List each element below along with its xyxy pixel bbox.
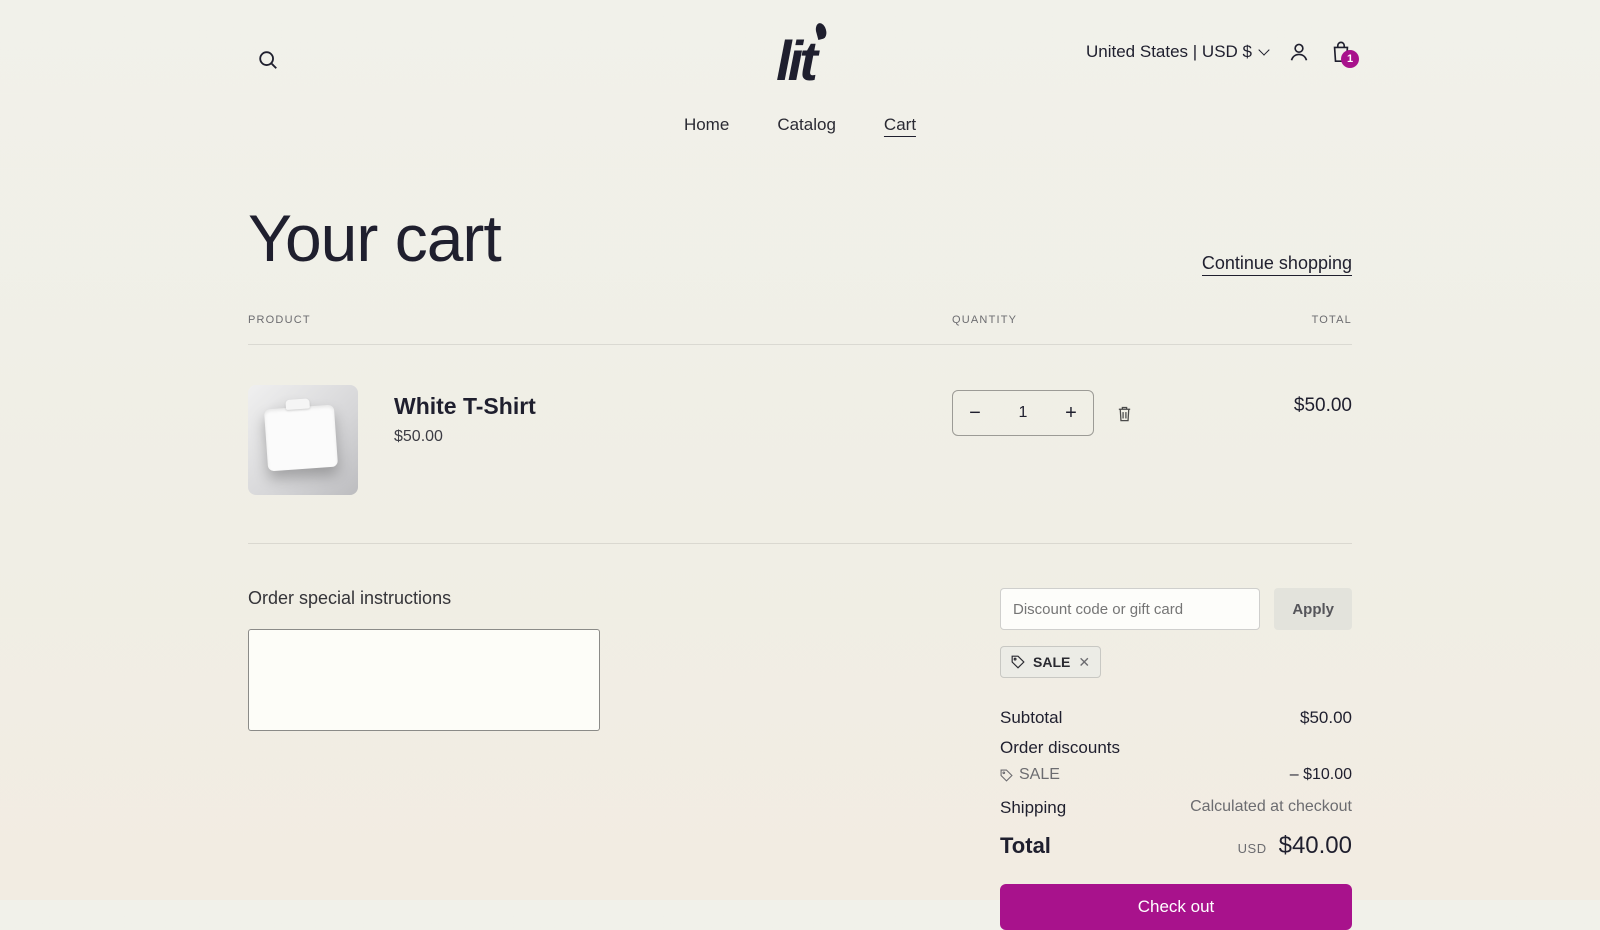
primary-nav: Home Catalog Cart xyxy=(684,115,916,137)
qty-decrease-button[interactable]: − xyxy=(953,391,997,435)
site-header: lit United States | USD $ 1 Home Catalog… xyxy=(248,0,1352,155)
shipping-label: Shipping xyxy=(1000,798,1066,818)
locale-label: United States | USD $ xyxy=(1086,42,1252,62)
site-logo[interactable]: lit xyxy=(776,28,824,93)
page-title: Your cart xyxy=(248,200,501,276)
product-price: $50.00 xyxy=(394,428,952,446)
discount-line-label: SALE xyxy=(1019,766,1060,784)
remove-item-button[interactable] xyxy=(1116,404,1133,423)
chevron-down-icon xyxy=(1258,44,1269,55)
discount-chip-label: SALE xyxy=(1033,654,1070,670)
search-button[interactable] xyxy=(248,40,288,80)
checkout-button[interactable]: Check out xyxy=(1000,884,1352,930)
product-thumbnail[interactable] xyxy=(248,385,358,495)
search-icon xyxy=(257,49,279,71)
subtotal-value: $50.00 xyxy=(1300,708,1352,728)
instructions-textarea[interactable] xyxy=(248,629,600,731)
tag-icon xyxy=(1011,655,1025,669)
col-product: PRODUCT xyxy=(248,314,952,326)
cart-badge: 1 xyxy=(1341,50,1359,68)
col-quantity: QUANTITY xyxy=(952,314,1232,326)
total-label: Total xyxy=(1000,833,1051,859)
trash-icon xyxy=(1116,404,1133,423)
nav-catalog[interactable]: Catalog xyxy=(777,115,836,137)
discount-chip: SALE ✕ xyxy=(1000,646,1101,678)
subtotal-label: Subtotal xyxy=(1000,708,1062,728)
account-button[interactable] xyxy=(1288,41,1310,63)
logo-text: lit xyxy=(776,29,814,92)
discount-input[interactable] xyxy=(1000,588,1260,630)
locale-selector[interactable]: United States | USD $ xyxy=(1086,42,1268,62)
qty-increase-button[interactable]: + xyxy=(1049,391,1093,435)
remove-discount-button[interactable]: ✕ xyxy=(1078,654,1090,671)
discount-line-value: – $10.00 xyxy=(1290,766,1352,784)
quantity-stepper: − 1 + xyxy=(952,390,1094,436)
product-name[interactable]: White T-Shirt xyxy=(394,393,952,420)
cart-table-header: PRODUCT QUANTITY TOTAL xyxy=(248,314,1352,345)
shipping-value: Calculated at checkout xyxy=(1190,798,1352,818)
line-total: $50.00 xyxy=(1232,385,1352,417)
nav-cart[interactable]: Cart xyxy=(884,115,916,137)
continue-shopping-link[interactable]: Continue shopping xyxy=(1202,253,1352,276)
qty-value[interactable]: 1 xyxy=(997,404,1049,422)
nav-home[interactable]: Home xyxy=(684,115,729,137)
col-total: TOTAL xyxy=(1232,314,1352,326)
instructions-label: Order special instructions xyxy=(248,588,451,608)
order-discounts-label: Order discounts xyxy=(1000,738,1120,758)
apply-discount-button[interactable]: Apply xyxy=(1274,588,1352,630)
user-icon xyxy=(1288,41,1310,63)
cart-line-item: White T-Shirt $50.00 − 1 + $50.00 xyxy=(248,345,1352,544)
total-currency: USD xyxy=(1238,841,1267,856)
order-summary: Apply SALE ✕ Subtotal $50.00 Order disco… xyxy=(1000,588,1352,930)
tag-icon xyxy=(1000,769,1013,782)
total-value: $40.00 xyxy=(1279,832,1352,860)
flame-icon xyxy=(814,22,828,40)
cart-button[interactable]: 1 xyxy=(1330,40,1352,64)
